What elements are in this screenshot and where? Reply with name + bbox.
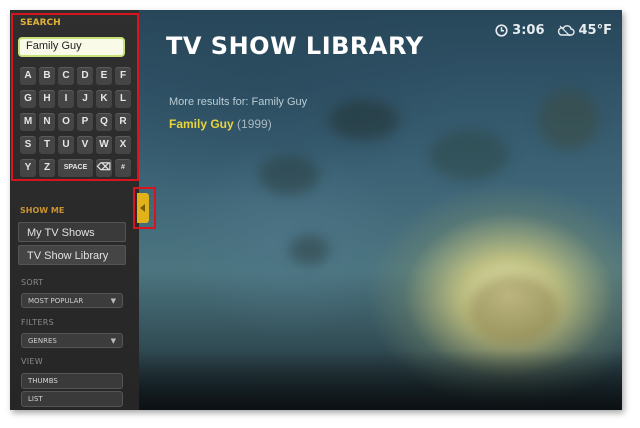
main-content: TV SHOW LIBRARY More results for: Family…: [139, 10, 622, 410]
bottom-fade: [139, 350, 622, 410]
sort-value: MOST POPULAR: [28, 297, 84, 305]
key-r[interactable]: R: [115, 113, 131, 131]
background-cloud: [289, 235, 329, 265]
key-g[interactable]: G: [20, 90, 36, 108]
background-cloud: [469, 275, 559, 345]
key-k[interactable]: K: [96, 90, 112, 108]
sidebar: SEARCH Family Guy A B C D E F G H I J K …: [10, 10, 139, 410]
result-year: (1999): [237, 117, 272, 131]
key-i[interactable]: I: [58, 90, 74, 108]
view-label: VIEW: [21, 357, 43, 366]
key-t[interactable]: T: [39, 136, 55, 154]
key-hash[interactable]: #: [115, 159, 131, 177]
key-o[interactable]: O: [58, 113, 74, 131]
key-z[interactable]: Z: [39, 159, 55, 177]
key-v[interactable]: V: [77, 136, 93, 154]
filters-label: FILTERS: [21, 318, 54, 327]
arrow-left-icon: [140, 204, 145, 212]
key-j[interactable]: J: [77, 90, 93, 108]
view-thumbs-button[interactable]: THUMBS: [21, 373, 123, 389]
weather-group: 45°F: [557, 23, 612, 38]
key-space[interactable]: SPACE: [58, 159, 93, 177]
key-q[interactable]: Q: [96, 113, 112, 131]
key-a[interactable]: A: [20, 67, 36, 85]
key-e[interactable]: E: [96, 67, 112, 85]
key-u[interactable]: U: [58, 136, 74, 154]
clock-group: 3:06: [495, 23, 545, 38]
more-results-text: More results for: Family Guy: [169, 96, 308, 108]
show-tv-library-button[interactable]: TV Show Library: [18, 245, 126, 265]
key-y[interactable]: Y: [20, 159, 36, 177]
key-h[interactable]: H: [39, 90, 55, 108]
show-me-label: SHOW ME: [20, 206, 65, 215]
key-m[interactable]: M: [20, 113, 36, 131]
cloud-icon: [557, 25, 575, 37]
chevron-down-icon: ▼: [110, 337, 116, 345]
backspace-icon[interactable]: ⌫: [96, 159, 112, 177]
filters-value: GENRES: [28, 337, 57, 345]
show-my-tv-shows-button[interactable]: My TV Shows: [18, 222, 126, 242]
status-bar: 3:06 45°F: [495, 23, 612, 38]
sort-dropdown[interactable]: MOST POPULAR ▼: [21, 293, 123, 308]
background-cloud: [329, 100, 399, 140]
search-input[interactable]: Family Guy: [18, 37, 125, 57]
key-d[interactable]: D: [77, 67, 93, 85]
key-w[interactable]: W: [96, 136, 112, 154]
chevron-down-icon: ▼: [110, 297, 116, 305]
key-n[interactable]: N: [39, 113, 55, 131]
time-text: 3:06: [512, 23, 545, 38]
app-window: SEARCH Family Guy A B C D E F G H I J K …: [10, 10, 622, 410]
key-x[interactable]: X: [115, 136, 131, 154]
result-item[interactable]: Family Guy (1999): [169, 117, 272, 131]
key-c[interactable]: C: [58, 67, 74, 85]
key-s[interactable]: S: [20, 136, 36, 154]
background-cloud: [429, 130, 509, 180]
result-title[interactable]: Family Guy: [169, 117, 234, 131]
key-f[interactable]: F: [115, 67, 131, 85]
filters-dropdown[interactable]: GENRES ▼: [21, 333, 123, 348]
page-title: TV SHOW LIBRARY: [166, 32, 424, 60]
search-label: SEARCH: [20, 18, 61, 28]
key-p[interactable]: P: [77, 113, 93, 131]
sort-label: SORT: [21, 278, 44, 287]
key-b[interactable]: B: [39, 67, 55, 85]
collapse-sidebar-button[interactable]: [137, 193, 149, 223]
background-cloud: [259, 155, 319, 195]
background-cloud: [539, 90, 599, 150]
clock-icon: [495, 24, 508, 37]
key-l[interactable]: L: [115, 90, 131, 108]
temperature-text: 45°F: [578, 23, 612, 38]
view-list-button[interactable]: LIST: [21, 391, 123, 407]
